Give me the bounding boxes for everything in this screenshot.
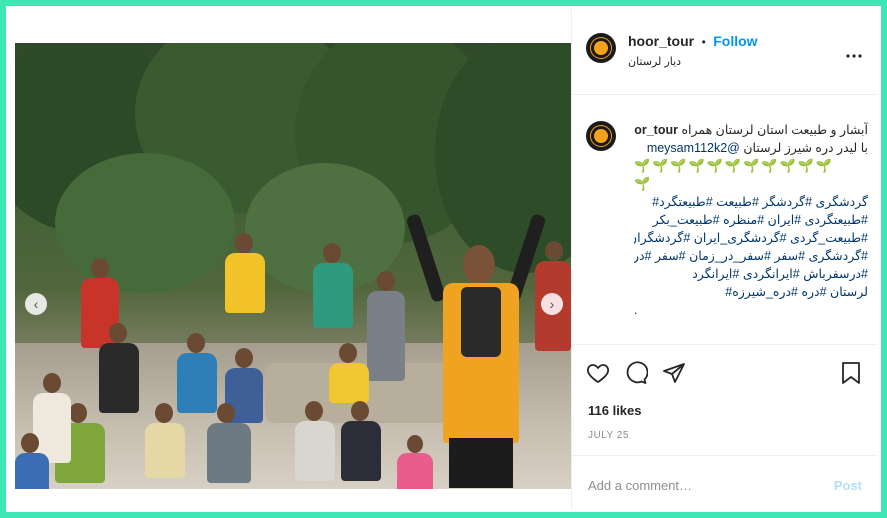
sprout-emojis: 🌱🌱🌱🌱🌱🌱🌱🌱🌱🌱🌱 bbox=[634, 158, 835, 173]
avatar[interactable] bbox=[586, 33, 616, 63]
caption-username[interactable]: hoor_tour bbox=[634, 123, 678, 137]
decorative-frame: ‹ › hoor_tour • Follow دیار لرستان آبشار… bbox=[0, 0, 887, 518]
caption-avatar[interactable] bbox=[586, 121, 616, 151]
comment-input[interactable]: Add a comment… bbox=[588, 478, 692, 493]
sprout-emojis: 🌱 bbox=[634, 176, 653, 191]
photo-scarf bbox=[461, 287, 501, 357]
photo-tree bbox=[55, 153, 235, 293]
caption-end: . bbox=[634, 303, 638, 317]
heart-icon bbox=[586, 364, 610, 383]
next-photo-button[interactable]: › bbox=[541, 293, 563, 315]
location-link[interactable]: دیار لرستان bbox=[628, 55, 758, 68]
likes-count[interactable]: 116 likes bbox=[588, 403, 642, 418]
comment-icon bbox=[626, 361, 648, 384]
post-date[interactable]: JULY 25 bbox=[588, 430, 629, 441]
caption-intro: آبشار و طبیعت استان لرستان همراه bbox=[681, 123, 868, 137]
post-sidebar: hoor_tour • Follow دیار لرستان آبشار و ط… bbox=[571, 9, 878, 509]
hashtag-line[interactable]: #طبیعتگردی #ایران #منظره #طبیعت_بکر bbox=[634, 211, 868, 229]
sun-logo-icon bbox=[594, 129, 608, 143]
follow-button[interactable]: Follow bbox=[713, 33, 757, 49]
comment-button[interactable] bbox=[624, 361, 648, 385]
mention-link[interactable]: @meysam112k2 bbox=[647, 141, 740, 155]
post-card: ‹ › hoor_tour • Follow دیار لرستان آبشار… bbox=[6, 6, 881, 512]
bookmark-icon bbox=[842, 362, 860, 384]
photo-legs bbox=[449, 438, 513, 488]
comment-bar: Add a comment… Post bbox=[572, 455, 878, 509]
header-text: hoor_tour • Follow دیار لرستان bbox=[628, 33, 758, 68]
sun-logo-icon bbox=[594, 41, 608, 55]
post-comment-button[interactable]: Post bbox=[834, 478, 862, 493]
caption-line2: با لیدر دره شیرز لرستان bbox=[743, 141, 868, 155]
more-options-button[interactable] bbox=[846, 45, 862, 63]
hashtag-line[interactable]: گردشگری #گردشگر #طبیعت #طبیعتگرد# bbox=[634, 193, 868, 211]
caption-area: آبشار و طبیعت استان لرستان همراه hoor_to… bbox=[572, 95, 878, 345]
hashtag-line[interactable]: #طبیعت_گردی #گردشگری_ایران #گردشگران bbox=[634, 229, 868, 247]
send-icon bbox=[663, 363, 685, 383]
photo-tree bbox=[435, 43, 571, 273]
action-bar bbox=[586, 361, 686, 385]
save-button[interactable] bbox=[840, 361, 862, 390]
hashtag-line[interactable]: #گردشگری #سفر #سفر_در_زمان #سفر #درسفر bbox=[634, 247, 868, 265]
hashtag-line[interactable]: #درسفرباش #ایرانگردی #ایرانگرد bbox=[634, 265, 868, 283]
caption-line: با لیدر دره شیرز لرستان @meysam112k2 bbox=[634, 139, 868, 157]
share-button[interactable] bbox=[662, 361, 686, 385]
caption-line: آبشار و طبیعت استان لرستان همراه hoor_to… bbox=[634, 121, 868, 139]
more-horizontal-icon bbox=[846, 54, 862, 58]
previous-photo-button[interactable]: ‹ bbox=[25, 293, 47, 315]
username-link[interactable]: hoor_tour bbox=[628, 33, 694, 49]
follow-separator: • bbox=[701, 35, 706, 49]
hashtag-line[interactable]: لرستان #دره #دره_شیرزه# bbox=[634, 283, 868, 301]
like-button[interactable] bbox=[586, 361, 610, 385]
post-header: hoor_tour • Follow دیار لرستان bbox=[572, 9, 878, 95]
caption-text: آبشار و طبیعت استان لرستان همراه hoor_to… bbox=[634, 121, 868, 319]
post-photo[interactable]: ‹ › bbox=[15, 43, 571, 489]
